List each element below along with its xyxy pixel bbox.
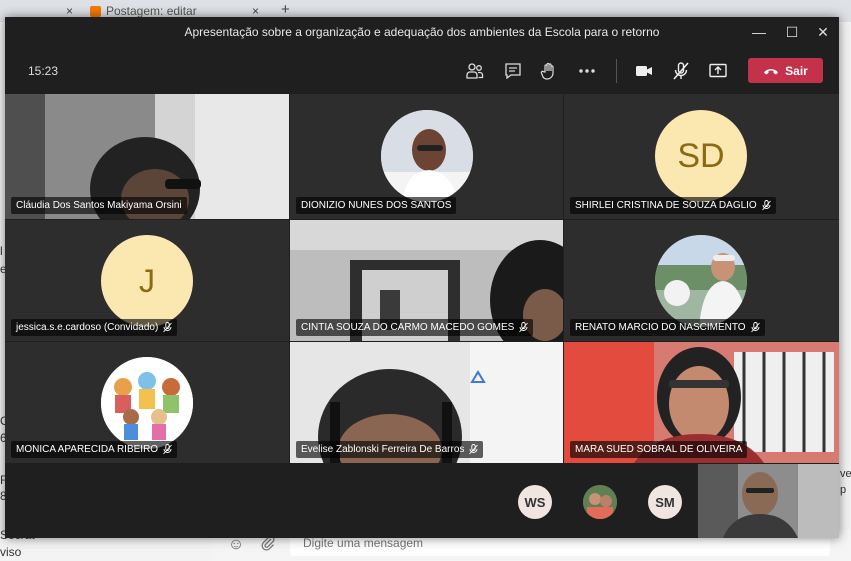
participant-name-tag: DIONIZIO NUNES DOS SANTOS xyxy=(296,197,457,214)
self-video-preview[interactable] xyxy=(698,464,839,538)
avatar-initials[interactable]: WS xyxy=(518,485,552,519)
video-tile[interactable]: DIONIZIO NUNES DOS SANTOS xyxy=(290,94,563,219)
mic-off-icon xyxy=(163,444,172,455)
video-tile[interactable]: Evelise Zablonski Ferreira De Barros xyxy=(290,342,563,463)
participant-name-tag: Evelise Zablonski Ferreira De Barros xyxy=(296,441,484,458)
meeting-toolbar: 15:23 Sair xyxy=(5,47,839,92)
overflow-participants: WS SM xyxy=(5,464,839,538)
leave-label: Sair xyxy=(785,63,808,78)
minimize-icon[interactable]: — xyxy=(748,21,770,43)
background-text: l xyxy=(0,244,3,258)
leave-button[interactable]: Sair xyxy=(748,58,823,83)
video-tile[interactable]: MONICA APARECIDA RIBEIRO xyxy=(5,342,289,463)
video-tile[interactable]: SD SHIRLEI CRISTINA DE SOUZA DAGLIO xyxy=(564,94,839,219)
message-placeholder: Digite uma mensagem xyxy=(303,536,424,550)
tab-close-icon[interactable]: × xyxy=(252,4,259,18)
browser-tab-title: Postagem: editar xyxy=(106,4,197,18)
more-options-icon[interactable] xyxy=(577,61,599,81)
participant-name-tag: SHIRLEI CRISTINA DE SOUZA DAGLIO xyxy=(570,197,776,214)
video-tile[interactable]: RENATO MARCIO DO NASCIMENTO xyxy=(564,220,839,341)
avatar-initials: SD xyxy=(655,110,747,202)
avatar xyxy=(381,110,473,202)
participant-name-tag: MONICA APARECIDA RIBEIRO xyxy=(11,441,178,458)
close-icon[interactable]: ✕ xyxy=(812,21,834,43)
avatar xyxy=(101,357,193,449)
video-tile[interactable]: J jessica.s.e.cardoso (Convidado) xyxy=(5,220,289,341)
participants-icon[interactable] xyxy=(465,61,487,81)
participant-name-tag: Cláudia Dos Santos Makiyama Orsini xyxy=(11,197,187,214)
new-tab-icon[interactable]: + xyxy=(281,1,290,18)
background-text: p xyxy=(840,484,847,496)
chat-icon[interactable] xyxy=(503,61,525,81)
mic-off-icon[interactable] xyxy=(671,61,693,81)
meeting-title: Apresentação sobre a organização e adequ… xyxy=(184,25,660,39)
maximize-icon[interactable]: ☐ xyxy=(781,21,803,43)
browser-tab[interactable]: Postagem: editar xyxy=(90,4,197,18)
mic-off-icon xyxy=(469,444,479,455)
avatar[interactable] xyxy=(583,485,617,519)
video-tile[interactable]: CINTIA SOUZA DO CARMO MACEDO GOMES xyxy=(290,220,563,341)
meeting-window: Apresentação sobre a organização e adequ… xyxy=(5,17,839,538)
participant-name-tag: CINTIA SOUZA DO CARMO MACEDO GOMES xyxy=(296,319,534,336)
avatar-initials: J xyxy=(101,235,193,327)
meeting-timer: 15:23 xyxy=(28,64,59,78)
background-text: viso xyxy=(0,545,22,559)
emoji-icon[interactable]: ☺ xyxy=(226,535,246,555)
mic-off-icon xyxy=(761,200,771,211)
mic-off-icon xyxy=(163,322,173,333)
toolbar-divider xyxy=(616,59,617,83)
hang-up-icon xyxy=(764,68,779,74)
share-screen-icon[interactable] xyxy=(708,61,730,81)
mic-off-icon xyxy=(750,322,760,333)
video-tile[interactable]: Cláudia Dos Santos Makiyama Orsini xyxy=(5,94,289,219)
avatar-initials[interactable]: SM xyxy=(648,485,682,519)
participant-name-tag: jessica.s.e.cardoso (Convidado) xyxy=(11,319,178,336)
tab-close-icon[interactable]: × xyxy=(66,4,73,18)
blogger-icon xyxy=(90,5,101,17)
title-bar: Apresentação sobre a organização e adequ… xyxy=(5,17,839,47)
participant-name-tag: RENATO MARCIO DO NASCIMENTO xyxy=(570,319,765,336)
camera-icon[interactable] xyxy=(634,61,656,81)
background-text: ver xyxy=(840,468,851,480)
avatar xyxy=(655,235,747,327)
attach-icon[interactable] xyxy=(258,535,278,555)
video-tile[interactable]: MARA SUED SOBRAL DE OLIVEIRA xyxy=(564,342,839,463)
mic-off-icon xyxy=(519,322,529,333)
participant-name-tag: MARA SUED SOBRAL DE OLIVEIRA xyxy=(570,441,748,458)
raise-hand-icon[interactable] xyxy=(539,61,561,81)
